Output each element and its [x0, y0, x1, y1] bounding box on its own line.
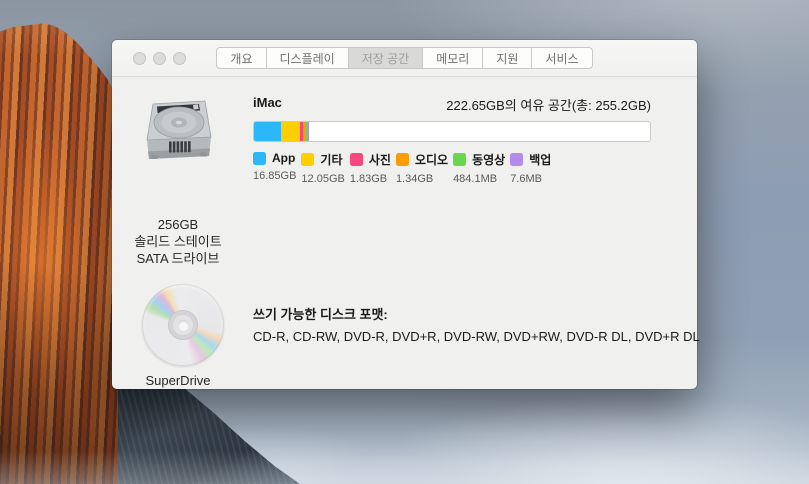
free-space-text: 222.65GB의 여유 공간(총: 255.2GB): [446, 95, 651, 114]
legend-swatch-오디오: [396, 153, 409, 166]
legend-label: 백업: [529, 151, 551, 168]
storage-legend: App 16.85GB 기타 12.05GB 사진 1.83GB 오디오 1.34GB 동영상 4…: [253, 151, 551, 185]
legend-swatch-동영상: [453, 153, 466, 166]
desktop: 개요디스플레이저장 공간메모리지원서비스: [0, 0, 809, 484]
tab-bar: 개요디스플레이저장 공간메모리지원서비스: [216, 47, 592, 69]
legend-value: 7.6MB: [510, 173, 551, 185]
drive-interface: SATA 드라이브: [118, 250, 238, 267]
drive-capacity: 256GB: [118, 216, 238, 233]
storage-pane: 256GB 솔리드 스테이트 SATA 드라이브 iMac 222.65GB의 …: [112, 77, 697, 388]
legend-item-사진: 사진 1.83GB: [350, 151, 391, 185]
titlebar[interactable]: 개요디스플레이저장 공간메모리지원서비스: [112, 40, 697, 77]
legend-value: 1.34GB: [396, 173, 448, 185]
legend-label: 사진: [369, 151, 391, 168]
legend-item-동영상: 동영상 484.1MB: [453, 151, 505, 185]
drive-label: 256GB 솔리드 스테이트 SATA 드라이브: [118, 216, 238, 267]
legend-label: App: [272, 151, 295, 165]
hard-drive-icon: [143, 95, 215, 167]
tab-서비스[interactable]: 서비스: [531, 48, 591, 68]
writable-formats-list: CD-R, CD-RW, DVD-R, DVD+R, DVD-RW, DVD+R…: [253, 329, 700, 344]
legend-label: 오디오: [415, 151, 448, 168]
drive-type: 솔리드 스테이트: [118, 233, 238, 250]
tab-개요[interactable]: 개요: [217, 48, 265, 68]
tab-bar-wrap: 개요디스플레이저장 공간메모리지원서비스: [112, 47, 697, 69]
legend-swatch-기타: [301, 153, 314, 166]
tab-디스플레이[interactable]: 디스플레이: [266, 48, 348, 68]
superdrive-label: SuperDrive: [118, 373, 238, 388]
bar-segment-App: [254, 122, 281, 141]
legend-label: 동영상: [472, 151, 505, 168]
tab-저장 공간[interactable]: 저장 공간: [348, 48, 423, 68]
tab-메모리[interactable]: 메모리: [422, 48, 482, 68]
tab-지원[interactable]: 지원: [482, 48, 531, 68]
writable-formats-title: 쓰기 가능한 디스크 포맷:: [253, 304, 388, 323]
legend-item-백업: 백업 7.6MB: [510, 151, 551, 185]
volume-name: iMac: [253, 95, 282, 110]
disc-hole: [178, 320, 189, 331]
bar-segment-기타: [281, 122, 300, 141]
legend-item-기타: 기타 12.05GB: [301, 151, 344, 185]
optical-disc-icon: [142, 284, 224, 366]
legend-value: 16.85GB: [253, 170, 296, 182]
legend-value: 1.83GB: [350, 173, 391, 185]
legend-value: 12.05GB: [301, 173, 344, 185]
legend-swatch-사진: [350, 153, 363, 166]
legend-swatch-백업: [510, 153, 523, 166]
legend-value: 484.1MB: [453, 173, 505, 185]
legend-item-오디오: 오디오 1.34GB: [396, 151, 448, 185]
legend-item-App: App 16.85GB: [253, 151, 296, 185]
legend-label: 기타: [320, 151, 342, 168]
legend-swatch-App: [253, 152, 266, 165]
storage-usage-bar: [253, 121, 651, 142]
about-this-mac-window: 개요디스플레이저장 공간메모리지원서비스: [112, 40, 697, 389]
